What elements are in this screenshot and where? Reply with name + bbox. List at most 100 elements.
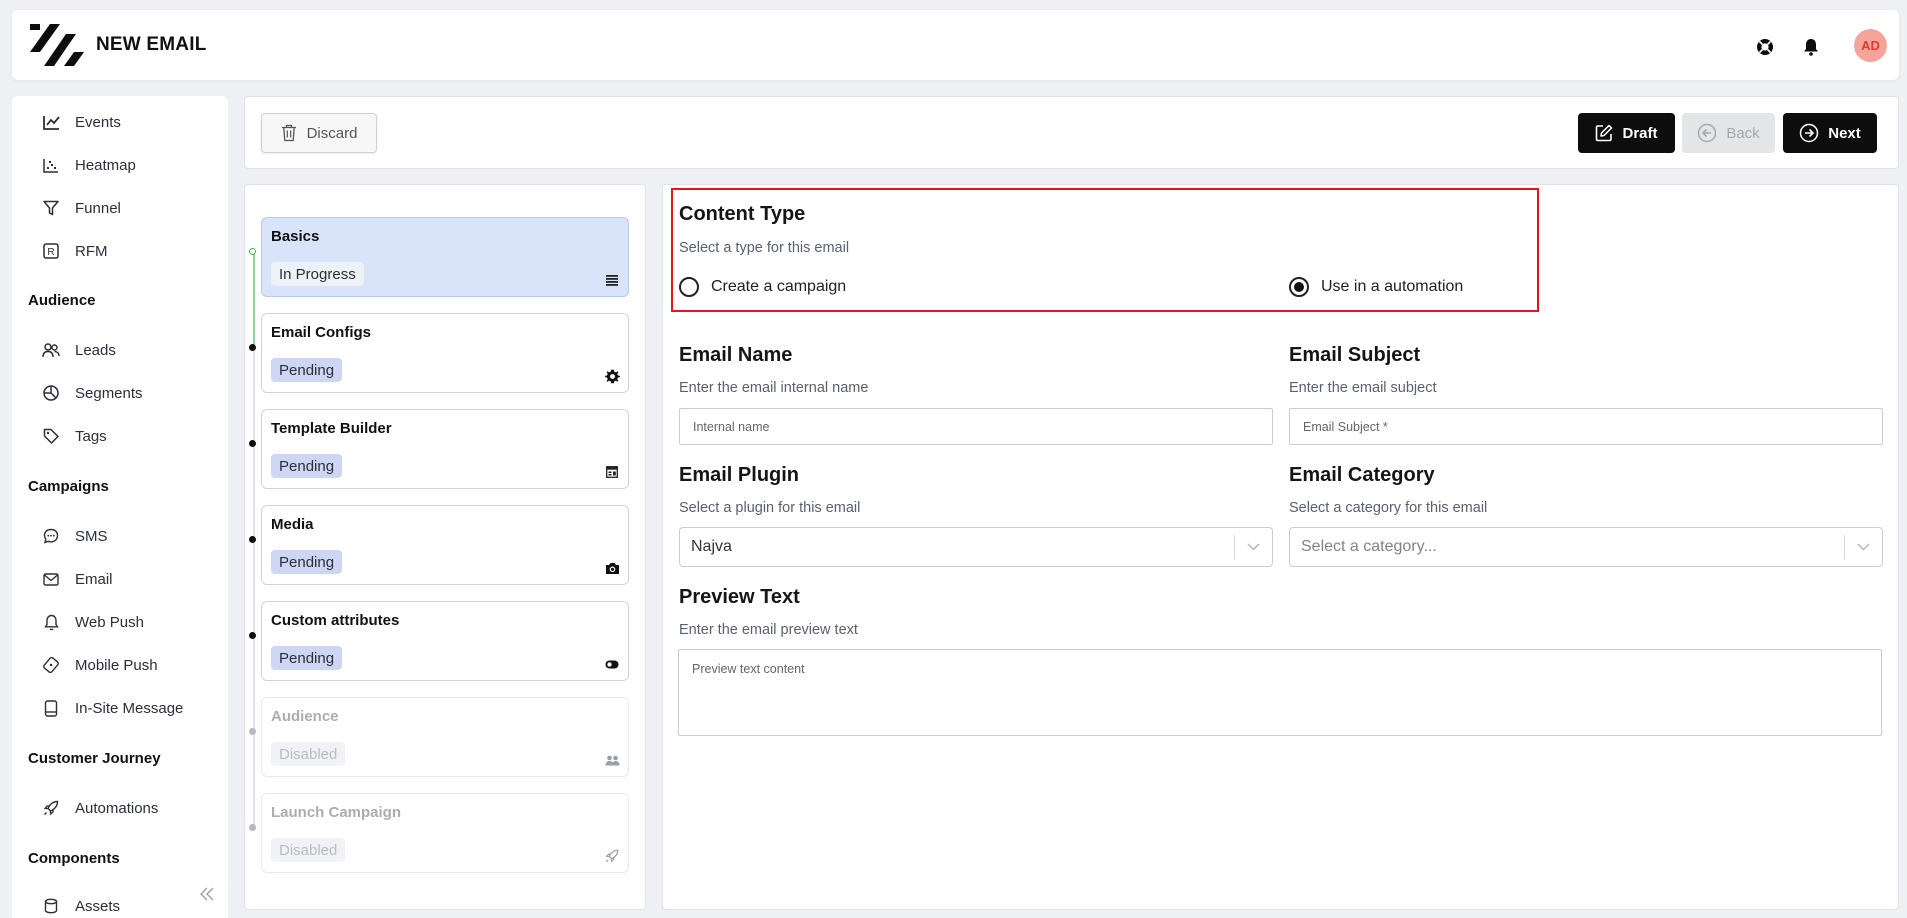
avatar[interactable]: AD <box>1854 29 1887 62</box>
sidebar-item-funnel[interactable]: Funnel <box>42 196 121 220</box>
sidebar-item-tags[interactable]: Tags <box>42 424 107 448</box>
template-icon <box>604 464 620 480</box>
email-subject-input[interactable]: Email Subject * <box>1289 408 1883 445</box>
sidebar-item-label: Web Push <box>75 613 144 631</box>
step-title: Basics <box>271 228 320 245</box>
brand-logo[interactable] <box>28 22 84 68</box>
step-title: Launch Campaign <box>271 804 402 821</box>
email-name-input[interactable]: Internal name <box>679 408 1273 445</box>
step-media[interactable]: Media Pending <box>261 505 629 585</box>
page-title: NEW EMAIL <box>96 34 207 55</box>
line-chart-icon <box>42 113 60 131</box>
toggle-icon <box>604 656 620 672</box>
next-label: Next <box>1828 124 1861 142</box>
action-toolbar: Discard Draft Back Next <box>244 96 1899 169</box>
preview-text-textarea[interactable]: Preview text content <box>678 649 1882 736</box>
sidebar: Events Heatmap Funnel R RFM Audience Lea… <box>12 96 228 918</box>
radio-create-campaign[interactable]: Create a campaign <box>679 277 846 297</box>
mail-icon <box>42 570 60 588</box>
sidebar-item-automations[interactable]: Automations <box>42 796 158 820</box>
step-dot <box>249 632 256 639</box>
email-plugin-select[interactable]: Najva <box>679 527 1273 567</box>
email-plugin-title: Email Plugin <box>679 464 800 486</box>
sidebar-item-label: Email <box>75 570 113 588</box>
step-title: Custom attributes <box>271 612 400 629</box>
sidebar-item-label: Assets <box>75 897 121 915</box>
rfm-icon: R <box>42 242 60 260</box>
sidebar-item-email[interactable]: Email <box>42 567 113 591</box>
top-header: NEW EMAIL AD <box>12 10 1899 80</box>
status-badge: Pending <box>271 454 343 478</box>
list-icon <box>604 272 620 288</box>
step-template-builder[interactable]: Template Builder Pending <box>261 409 629 489</box>
status-badge: Pending <box>271 550 343 574</box>
draft-label: Draft <box>1622 124 1658 142</box>
sidebar-item-in-site-message[interactable]: In-Site Message <box>42 696 183 720</box>
step-email-configs[interactable]: Email Configs Pending <box>261 313 629 393</box>
next-button[interactable]: Next <box>1783 113 1877 153</box>
rocket-icon <box>42 799 60 817</box>
radio-label: Use in a automation <box>1321 278 1464 295</box>
sidebar-item-sms[interactable]: SMS <box>42 524 108 548</box>
radio-label: Create a campaign <box>711 278 847 295</box>
bell-icon[interactable] <box>1801 37 1821 57</box>
sidebar-item-events[interactable]: Events <box>42 110 121 134</box>
sidebar-item-label: RFM <box>75 242 108 260</box>
sidebar-item-label: In-Site Message <box>75 699 184 717</box>
email-category-select[interactable]: Select a category... <box>1289 527 1883 567</box>
sidebar-item-label: Tags <box>75 427 107 445</box>
back-label: Back <box>1726 124 1760 142</box>
sidebar-item-heatmap[interactable]: Heatmap <box>42 153 136 177</box>
step-dot <box>249 824 256 831</box>
step-title: Media <box>271 516 314 533</box>
radio-circle <box>679 277 699 297</box>
bell-icon <box>42 613 60 631</box>
email-name-title: Email Name <box>679 344 793 366</box>
funnel-icon <box>42 199 60 217</box>
chevron-down-icon <box>1235 543 1272 551</box>
collapse-sidebar-button[interactable] <box>195 882 219 906</box>
sidebar-item-label: Automations <box>75 799 159 817</box>
email-plugin-subtitle: Select a plugin for this email <box>679 500 861 516</box>
step-dot <box>249 440 256 447</box>
back-button[interactable]: Back <box>1682 113 1775 153</box>
chevron-down-icon <box>1845 543 1882 551</box>
step-dot <box>249 344 256 351</box>
gear-icon <box>604 368 620 384</box>
sidebar-item-label: Events <box>75 113 121 131</box>
heatmap-icon <box>42 156 60 174</box>
trash-icon <box>281 124 297 142</box>
step-title: Audience <box>271 708 339 725</box>
preview-text-title: Preview Text <box>679 586 800 608</box>
section-audience: Audience <box>28 292 96 309</box>
radio-use-in-automation[interactable]: Use in a automation <box>1289 277 1463 297</box>
content-type-subtitle: Select a type for this email <box>679 240 850 256</box>
sidebar-item-mobile-push[interactable]: Mobile Push <box>42 653 158 677</box>
sidebar-item-leads[interactable]: Leads <box>42 338 116 362</box>
step-basics[interactable]: Basics In Progress <box>261 217 629 297</box>
users-icon <box>604 752 620 768</box>
email-name-subtitle: Enter the email internal name <box>679 380 869 396</box>
content-type-title: Content Type <box>679 203 806 225</box>
draft-button[interactable]: Draft <box>1578 113 1675 153</box>
sidebar-item-web-push[interactable]: Web Push <box>42 610 144 634</box>
section-components: Components <box>28 850 120 867</box>
step-dot <box>249 728 256 735</box>
discard-button[interactable]: Discard <box>261 113 377 153</box>
sidebar-item-rfm[interactable]: R RFM <box>42 239 108 263</box>
email-category-title: Email Category <box>1289 464 1435 486</box>
arrow-right-circle-icon <box>1799 123 1819 143</box>
section-campaigns: Campaigns <box>28 478 109 495</box>
arrow-left-circle-icon <box>1697 123 1717 143</box>
chat-icon <box>42 527 60 545</box>
discard-label: Discard <box>306 124 358 142</box>
section-customer-journey: Customer Journey <box>28 750 161 767</box>
sidebar-item-assets[interactable]: Assets <box>42 894 120 918</box>
sidebar-item-label: Heatmap <box>75 156 136 174</box>
sidebar-item-label: Leads <box>75 341 116 359</box>
sidebar-item-segments[interactable]: Segments <box>42 381 143 405</box>
support-icon[interactable] <box>1755 37 1775 57</box>
email-subject-subtitle: Enter the email subject <box>1289 380 1437 396</box>
step-custom-attributes[interactable]: Custom attributes Pending <box>261 601 629 681</box>
tag-icon <box>42 427 60 445</box>
